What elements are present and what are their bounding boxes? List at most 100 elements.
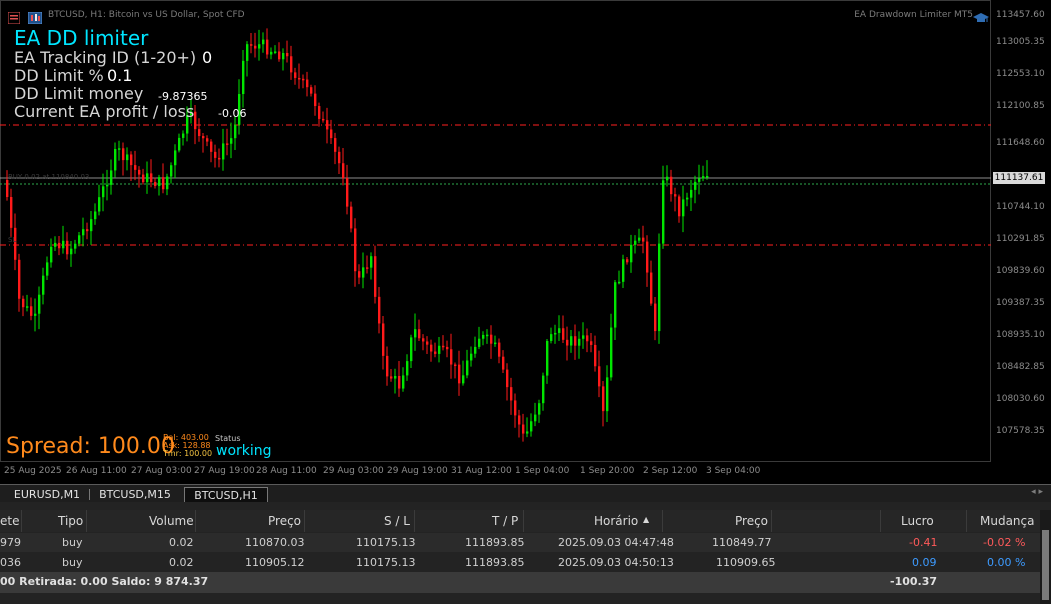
candle-body (258, 44, 261, 49)
time-tick-label: 28 Aug 11:00 (256, 466, 317, 476)
candle-body (330, 129, 333, 139)
candle-body (402, 375, 405, 389)
price-tick-label: 112100.85 (996, 101, 1045, 111)
column-divider (662, 510, 663, 532)
candle-body (106, 184, 109, 187)
price-tick-label: 108935.10 (996, 330, 1045, 340)
col-header-tp[interactable]: T / P (492, 514, 518, 528)
col-header-profit[interactable]: Lucro (901, 514, 934, 528)
col-header-ticket[interactable]: ete (0, 514, 19, 528)
candle-body (546, 340, 549, 376)
ea-name-label: EA Drawdown Limiter MT5 (854, 10, 973, 20)
candle-body (470, 353, 473, 361)
price-tick-label: 109839.60 (996, 266, 1045, 276)
candle-body (702, 176, 705, 179)
candle-body (518, 415, 521, 425)
candle-body (146, 173, 149, 183)
candle-body (170, 165, 173, 177)
tab-eurusd-m1[interactable]: EURUSD,M1 (6, 487, 88, 502)
candle-body (306, 79, 309, 88)
dd-limit-pct-value: 0.1 (107, 66, 133, 85)
tracking-label: EA Tracking ID (1-20+) (14, 48, 197, 67)
chart-menu-icon[interactable] (7, 9, 21, 25)
cell-change: -0.02 % (983, 536, 1026, 549)
candle-body (374, 256, 377, 297)
chart-type-icon[interactable] (27, 9, 43, 25)
candle-body (22, 298, 25, 308)
col-header-current-price[interactable]: Preço (735, 514, 768, 528)
spread-label: Spread: 100.00 (6, 434, 175, 459)
tab-scroll-arrows[interactable]: ◂ ▸ (1031, 487, 1043, 497)
time-tick-label: 27 Aug 03:00 (131, 466, 192, 476)
cell-profit: 0.09 (912, 556, 937, 569)
candle-body (302, 78, 305, 81)
candle-body (466, 360, 469, 376)
candle-body (214, 151, 217, 158)
summary-text: 00 Retirada: 0.00 Saldo: 9 874.37 (0, 575, 209, 588)
cell-sl: 110175.13 (356, 536, 416, 549)
candle-body (250, 44, 253, 46)
candle-body (666, 176, 669, 181)
candlestick-chart[interactable] (0, 0, 991, 462)
candle-body (334, 138, 337, 152)
candle-body (254, 45, 257, 49)
candle-body (602, 386, 605, 412)
chart-area[interactable]: BTCUSD, H1: Bitcoin vs US Dollar, Spot C… (0, 0, 1051, 484)
cell-change: 0.00 % (987, 556, 1026, 569)
cell-ticket: 979 (0, 536, 21, 549)
candle-body (590, 341, 593, 345)
profit-label: Current EA profit / loss (14, 102, 195, 121)
col-header-time[interactable]: Horário (594, 514, 638, 528)
column-divider (966, 510, 967, 532)
cell-time: 2025.09.03 04:50:13 (558, 556, 674, 569)
candle-body (30, 306, 33, 316)
tab-btcusd-m15[interactable]: BTCUSD,M15 (94, 487, 176, 502)
col-header-volume[interactable]: Volume (149, 514, 194, 528)
col-header-open-price[interactable]: Preço (268, 514, 301, 528)
chart-frame (0, 0, 991, 462)
candle-body (310, 87, 313, 94)
candle-body (182, 133, 185, 138)
candle-body (138, 169, 141, 175)
table-row[interactable]: 979 buy 0.02 110870.03 110175.13 111893.… (0, 533, 1040, 552)
time-tick-label: 26 Aug 11:00 (66, 466, 127, 476)
candle-body (66, 240, 69, 255)
candle-body (610, 327, 613, 378)
dd-limit-pct-label: DD Limit % (14, 66, 104, 85)
candle-body (622, 259, 625, 282)
candle-body (442, 345, 445, 348)
table-row[interactable]: 036 buy 0.02 110905.12 110175.13 111893.… (0, 553, 1040, 572)
candle-body (222, 143, 225, 160)
time-tick-label: 2 Sep 12:00 (643, 466, 698, 476)
candle-body (426, 341, 429, 345)
cell-tp: 111893.85 (465, 556, 525, 569)
price-tick-label: 109387.35 (996, 298, 1045, 308)
cell-time: 2025.09.03 04:47:48 (558, 536, 674, 549)
candle-body (102, 186, 105, 198)
cell-volume: 0.02 (169, 556, 194, 569)
time-tick-label: 31 Aug 12:00 (451, 466, 512, 476)
col-header-type[interactable]: Tipo (58, 514, 83, 528)
candle-body (194, 111, 197, 130)
scrollbar-thumb[interactable] (1042, 530, 1049, 600)
summary-profit: -100.37 (890, 575, 938, 588)
column-divider (21, 510, 22, 532)
candle-body (598, 366, 601, 387)
col-header-change[interactable]: Mudança (980, 514, 1035, 528)
candle-body (562, 328, 565, 340)
candle-body (270, 51, 273, 55)
price-tick-label: 113457.60 (996, 10, 1045, 20)
candle-body (618, 281, 621, 284)
candle-body (370, 256, 373, 268)
status-label: Status (215, 434, 241, 443)
candle-body (634, 240, 637, 245)
tab-btcusd-h1[interactable]: BTCUSD,H1 (184, 487, 268, 503)
price-tick-label: 113005.35 (996, 37, 1045, 47)
col-header-sl[interactable]: S / L (384, 514, 410, 528)
candle-body (262, 39, 265, 45)
cell-open-price: 110905.12 (245, 556, 305, 569)
candle-body (38, 294, 41, 314)
candle-body (110, 170, 113, 185)
candle-body (46, 262, 49, 276)
vertical-scrollbar[interactable] (1040, 510, 1051, 604)
